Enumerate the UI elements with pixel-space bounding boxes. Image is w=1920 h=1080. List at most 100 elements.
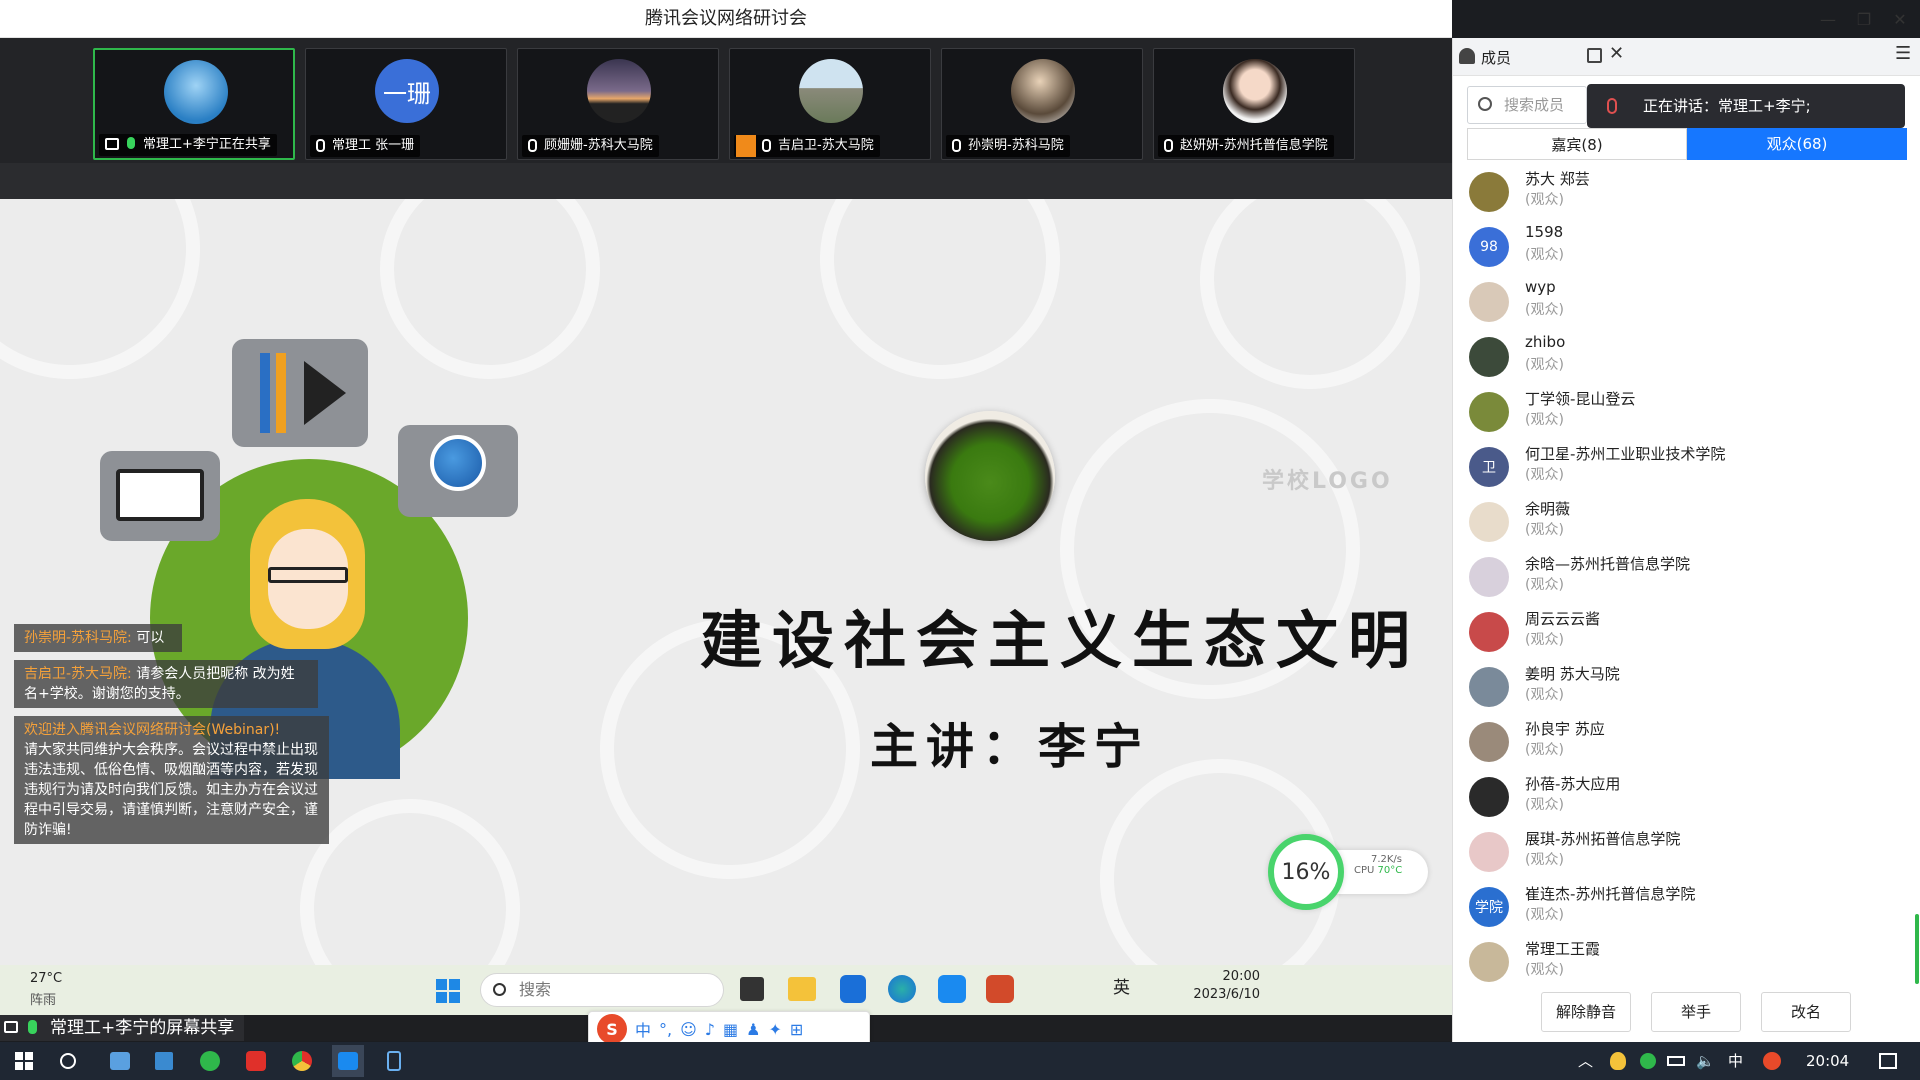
close-button[interactable]: ✕ bbox=[1880, 0, 1920, 38]
member-row[interactable]: zhibo (观众) bbox=[1469, 331, 1899, 386]
member-row[interactable]: 常理工王霞 (观众) bbox=[1469, 936, 1899, 991]
tile-name-text: 赵妍妍-苏州托普信息学院 bbox=[1180, 138, 1328, 153]
member-name: 孙蓓-苏大应用 bbox=[1525, 775, 1621, 793]
file-explorer-icon[interactable] bbox=[788, 977, 816, 1001]
lang-indicator[interactable]: 英 bbox=[1113, 973, 1130, 998]
tray-chevron-icon[interactable]: ︿ bbox=[1578, 1042, 1593, 1080]
raise-hand-button[interactable]: 举手 bbox=[1651, 992, 1741, 1032]
tab-guests[interactable]: 嘉宾(8) bbox=[1467, 128, 1687, 160]
usage-ring: 16% bbox=[1268, 834, 1344, 910]
member-role: (观众) bbox=[1525, 467, 1564, 483]
member-name: zhibo bbox=[1525, 333, 1566, 351]
member-row[interactable]: 卫何卫星-苏州工业职业技术学院 (观众) bbox=[1469, 441, 1899, 496]
book-icon bbox=[116, 469, 204, 521]
member-row[interactable]: 展琪-苏州拓普信息学院 (观众) bbox=[1469, 826, 1899, 881]
video-tile-1[interactable]: 常理工+李宁正在共享 bbox=[93, 48, 295, 160]
powerpoint-icon[interactable] bbox=[986, 975, 1014, 1003]
member-row[interactable]: 余明薇 (观众) bbox=[1469, 496, 1899, 551]
sogou-tray-icon[interactable] bbox=[1756, 1045, 1788, 1077]
tile-name: 赵妍妍-苏州托普信息学院 bbox=[1158, 135, 1334, 157]
app-icon[interactable] bbox=[104, 1045, 136, 1077]
avatar: 一珊 bbox=[375, 59, 439, 123]
avatar bbox=[1469, 172, 1509, 212]
member-row[interactable]: 丁学领-昆山登云 (观众) bbox=[1469, 386, 1899, 441]
taskbar-ime[interactable]: 中 bbox=[1728, 1042, 1743, 1080]
member-search-input[interactable]: 搜索成员 bbox=[1467, 86, 1587, 124]
search-placeholder: 搜索成员 bbox=[1504, 96, 1565, 114]
video-tile-6[interactable]: 赵妍妍-苏州托普信息学院 bbox=[1153, 48, 1355, 160]
notification-icon[interactable] bbox=[1872, 1045, 1904, 1077]
performance-widget[interactable]: 7.2K/s CPU 70°C 16% bbox=[1268, 834, 1428, 910]
search-icon[interactable] bbox=[52, 1045, 84, 1077]
video-strip-divider bbox=[0, 163, 1452, 199]
mic-muted-icon bbox=[762, 139, 771, 152]
member-row[interactable]: 余晗—苏州托普信息学院 (观众) bbox=[1469, 551, 1899, 606]
member-row[interactable]: 苏大 郑芸 (观众) bbox=[1469, 166, 1899, 221]
user-icon[interactable]: ♟ bbox=[746, 1020, 760, 1039]
host-badge-icon bbox=[736, 135, 756, 157]
emoji-icon[interactable]: ☺ bbox=[680, 1020, 697, 1039]
minimize-button[interactable]: — bbox=[1808, 0, 1848, 38]
voice-icon[interactable]: ♪ bbox=[705, 1020, 715, 1039]
qq-icon[interactable] bbox=[1602, 1045, 1634, 1077]
member-row[interactable]: 孙蓓-苏大应用 (观众) bbox=[1469, 771, 1899, 826]
screen-share-label: 常理工+李宁的屏幕共享 bbox=[0, 1015, 245, 1041]
start-icon[interactable] bbox=[8, 1045, 40, 1077]
chrome-icon[interactable] bbox=[286, 1045, 318, 1077]
menu-icon[interactable]: ☰ bbox=[1895, 43, 1911, 64]
windows-start-icon[interactable] bbox=[436, 979, 460, 1003]
tencent-meeting-icon[interactable] bbox=[938, 975, 966, 1003]
wps-icon[interactable] bbox=[240, 1045, 272, 1077]
wechat-icon[interactable] bbox=[194, 1045, 226, 1077]
phone-icon[interactable] bbox=[378, 1045, 410, 1077]
video-tile-4[interactable]: 吉启卫-苏大马院 bbox=[729, 48, 931, 160]
plant-image bbox=[925, 411, 1055, 541]
shared-slide: 学校LOGO 建设社会主义生态文明 主讲：李宁 bbox=[0, 199, 1452, 965]
video-tile-2[interactable]: 一珊 常理工 张一珊 bbox=[305, 48, 507, 160]
member-name: 丁学领-昆山登云 bbox=[1525, 390, 1636, 408]
member-row[interactable]: 周云云云酱 (观众) bbox=[1469, 606, 1899, 661]
video-tile-5[interactable]: 孙崇明-苏科马院 bbox=[941, 48, 1143, 160]
avatar bbox=[1469, 667, 1509, 707]
mic-muted-icon bbox=[1164, 139, 1173, 152]
close-panel-icon[interactable]: ✕ bbox=[1609, 43, 1624, 64]
restore-button[interactable]: ❐ bbox=[1844, 0, 1884, 38]
play-icon bbox=[304, 361, 346, 425]
ime-mode[interactable]: 中 bbox=[635, 1017, 651, 1041]
rename-button[interactable]: 改名 bbox=[1761, 992, 1851, 1032]
search-icon bbox=[493, 983, 506, 996]
shirt-icon[interactable]: ✦ bbox=[768, 1020, 781, 1039]
keyboard-icon[interactable]: ▦ bbox=[723, 1020, 738, 1039]
avatar bbox=[587, 59, 651, 123]
member-row[interactable]: wyp (观众) bbox=[1469, 276, 1899, 331]
unmute-button[interactable]: 解除静音 bbox=[1541, 992, 1631, 1032]
member-row[interactable]: 学院 崔连杰-苏州托普信息学院 (观众) bbox=[1469, 881, 1899, 936]
volume-icon[interactable]: 🔈 bbox=[1696, 1042, 1715, 1080]
edge-icon[interactable] bbox=[888, 975, 916, 1003]
member-name: 周云云云酱 bbox=[1525, 610, 1601, 628]
mic-muted-icon bbox=[528, 139, 537, 152]
scrollbar[interactable] bbox=[1915, 914, 1919, 984]
tencent-meeting-icon[interactable] bbox=[332, 1045, 364, 1077]
avatar bbox=[1469, 832, 1509, 872]
store-icon[interactable] bbox=[148, 1045, 180, 1077]
member-name: 展琪-苏州拓普信息学院 bbox=[1525, 830, 1681, 848]
chat-text: 请大家共同维护大会秩序。会议过程中禁止出现违法违规、低俗色情、吸烟酗酒等内容，若… bbox=[24, 742, 318, 838]
member-row[interactable]: 姜明 苏大马院 (观众) bbox=[1469, 661, 1899, 716]
app-icon[interactable] bbox=[840, 975, 866, 1003]
member-row[interactable]: 98 1598 (观众) bbox=[1469, 221, 1899, 276]
task-view-icon[interactable] bbox=[740, 977, 764, 1001]
taskbar-search[interactable]: 搜索 bbox=[480, 973, 724, 1007]
member-name: wyp bbox=[1525, 278, 1556, 296]
member-row[interactable]: 孙良宇 苏应 (观众) bbox=[1469, 716, 1899, 771]
popout-icon[interactable] bbox=[1587, 48, 1602, 63]
mic-muted-icon bbox=[1607, 98, 1617, 114]
ime-punct[interactable]: °, bbox=[659, 1020, 672, 1039]
globe-bubble bbox=[398, 425, 518, 517]
video-tile-3[interactable]: 顾姗姗-苏科大马院 bbox=[517, 48, 719, 160]
member-role: (观众) bbox=[1525, 577, 1564, 593]
weather-temp: 27°C bbox=[30, 971, 63, 986]
tab-audience[interactable]: 观众(68) bbox=[1687, 128, 1907, 160]
battery-icon[interactable] bbox=[1660, 1045, 1692, 1077]
apps-icon[interactable]: ⊞ bbox=[790, 1020, 803, 1039]
